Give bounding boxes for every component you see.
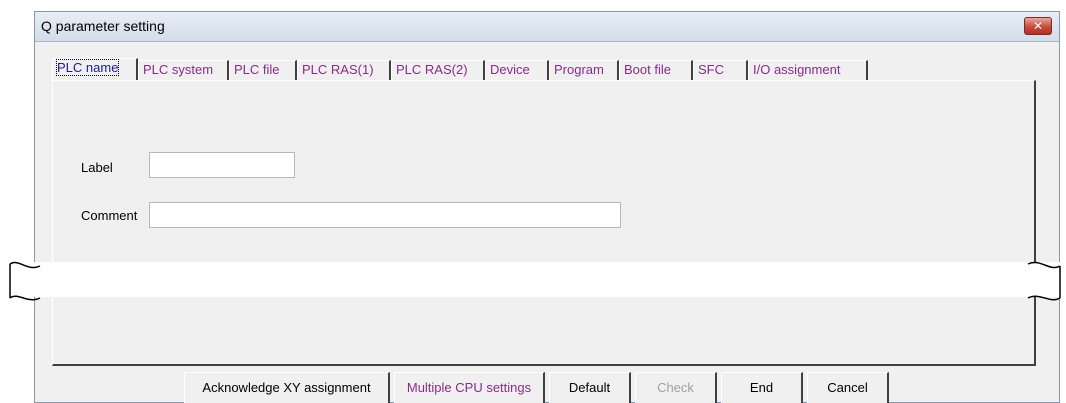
- title-bar: Q parameter setting ✕: [35, 12, 1059, 42]
- acknowledge-xy-assignment-button[interactable]: Acknowledge XY assignment: [184, 372, 390, 403]
- tab-strip: PLC name PLC system PLC file PLC RAS(1) …: [52, 58, 868, 80]
- multiple-cpu-settings-button[interactable]: Multiple CPU settings: [394, 372, 545, 403]
- close-button[interactable]: ✕: [1024, 17, 1052, 35]
- omission-band: [0, 262, 1066, 297]
- tab-plc-name[interactable]: PLC name: [52, 58, 138, 80]
- break-mark-right: [1027, 261, 1061, 301]
- cancel-button[interactable]: Cancel: [807, 372, 889, 403]
- close-icon: ✕: [1032, 19, 1044, 33]
- window-title: Q parameter setting: [41, 18, 165, 34]
- button-row: Acknowledge XY assignment Multiple CPU s…: [184, 372, 893, 403]
- tab-boot-file[interactable]: Boot file: [619, 60, 693, 80]
- comment-caption: Comment: [81, 208, 138, 223]
- tab-device[interactable]: Device: [485, 60, 549, 80]
- tab-sfc[interactable]: SFC: [693, 60, 748, 80]
- end-button[interactable]: End: [721, 372, 803, 403]
- comment-field[interactable]: [149, 202, 621, 228]
- label-caption: Label: [81, 160, 113, 175]
- break-mark-left: [9, 261, 41, 301]
- default-button[interactable]: Default: [549, 372, 631, 403]
- tab-program[interactable]: Program: [549, 60, 619, 80]
- check-button[interactable]: Check: [635, 372, 717, 403]
- tab-plc-file[interactable]: PLC file: [229, 60, 297, 80]
- tab-plc-system[interactable]: PLC system: [138, 60, 229, 80]
- tab-io-assignment[interactable]: I/O assignment: [748, 60, 868, 80]
- label-field[interactable]: [149, 152, 295, 178]
- tab-plc-ras-1[interactable]: PLC RAS(1): [297, 60, 391, 80]
- tab-plc-ras-2[interactable]: PLC RAS(2): [391, 60, 485, 80]
